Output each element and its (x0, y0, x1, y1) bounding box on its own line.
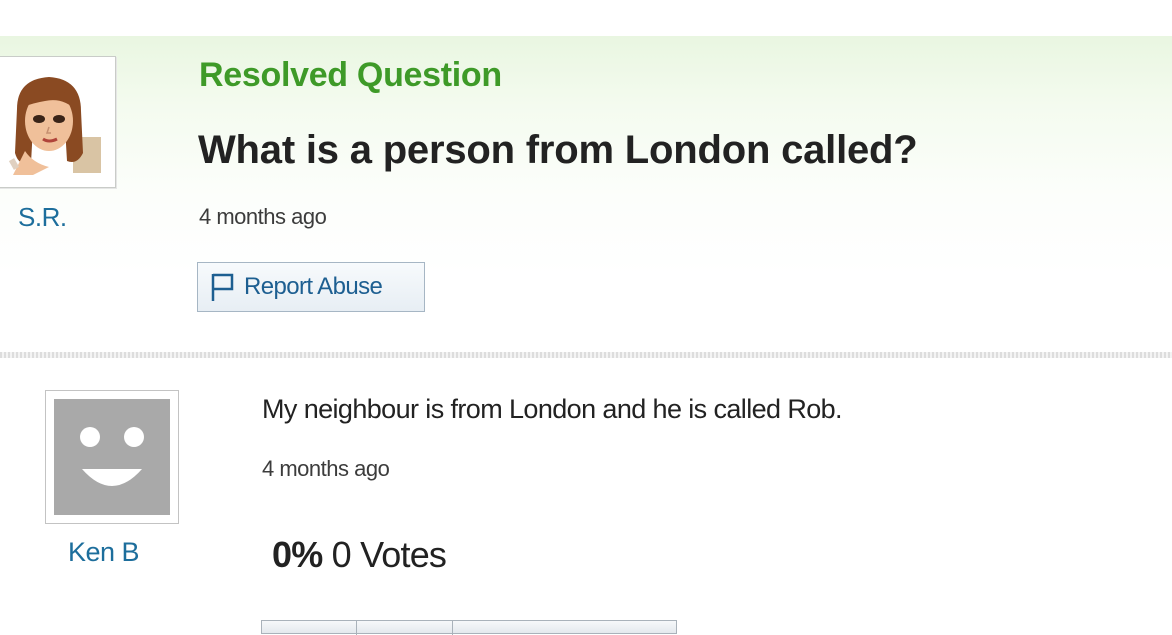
report-abuse-button[interactable]: Report Abuse (197, 262, 425, 312)
report-abuse-label: Report Abuse (244, 273, 383, 300)
vote-group-separator (452, 621, 453, 635)
flag-icon (211, 273, 234, 301)
status-label: Resolved Question (199, 56, 502, 94)
answerer-name[interactable]: Ken B (68, 537, 140, 568)
question-title: What is a person from London called? (198, 128, 918, 172)
asker-avatar[interactable] (0, 56, 116, 188)
question-timestamp: 4 months ago (199, 204, 327, 229)
votes-count: 0 Votes (331, 534, 447, 575)
top-strip (0, 0, 1172, 36)
vote-group-separator (356, 621, 357, 635)
answerer-avatar[interactable] (45, 390, 179, 524)
answer-text: My neighbour is from London and he is ca… (262, 394, 843, 424)
asker-name[interactable]: S.R. (18, 202, 67, 233)
answer-timestamp: 4 months ago (262, 456, 390, 481)
rating-percent: 0% (272, 534, 323, 575)
vote-summary: 0% 0 Votes (272, 534, 447, 576)
question-header (0, 36, 1172, 352)
vote-button-group[interactable] (261, 620, 677, 635)
cartoon-woman-avatar-icon (3, 67, 103, 175)
smiley-face-avatar-icon (54, 399, 170, 515)
